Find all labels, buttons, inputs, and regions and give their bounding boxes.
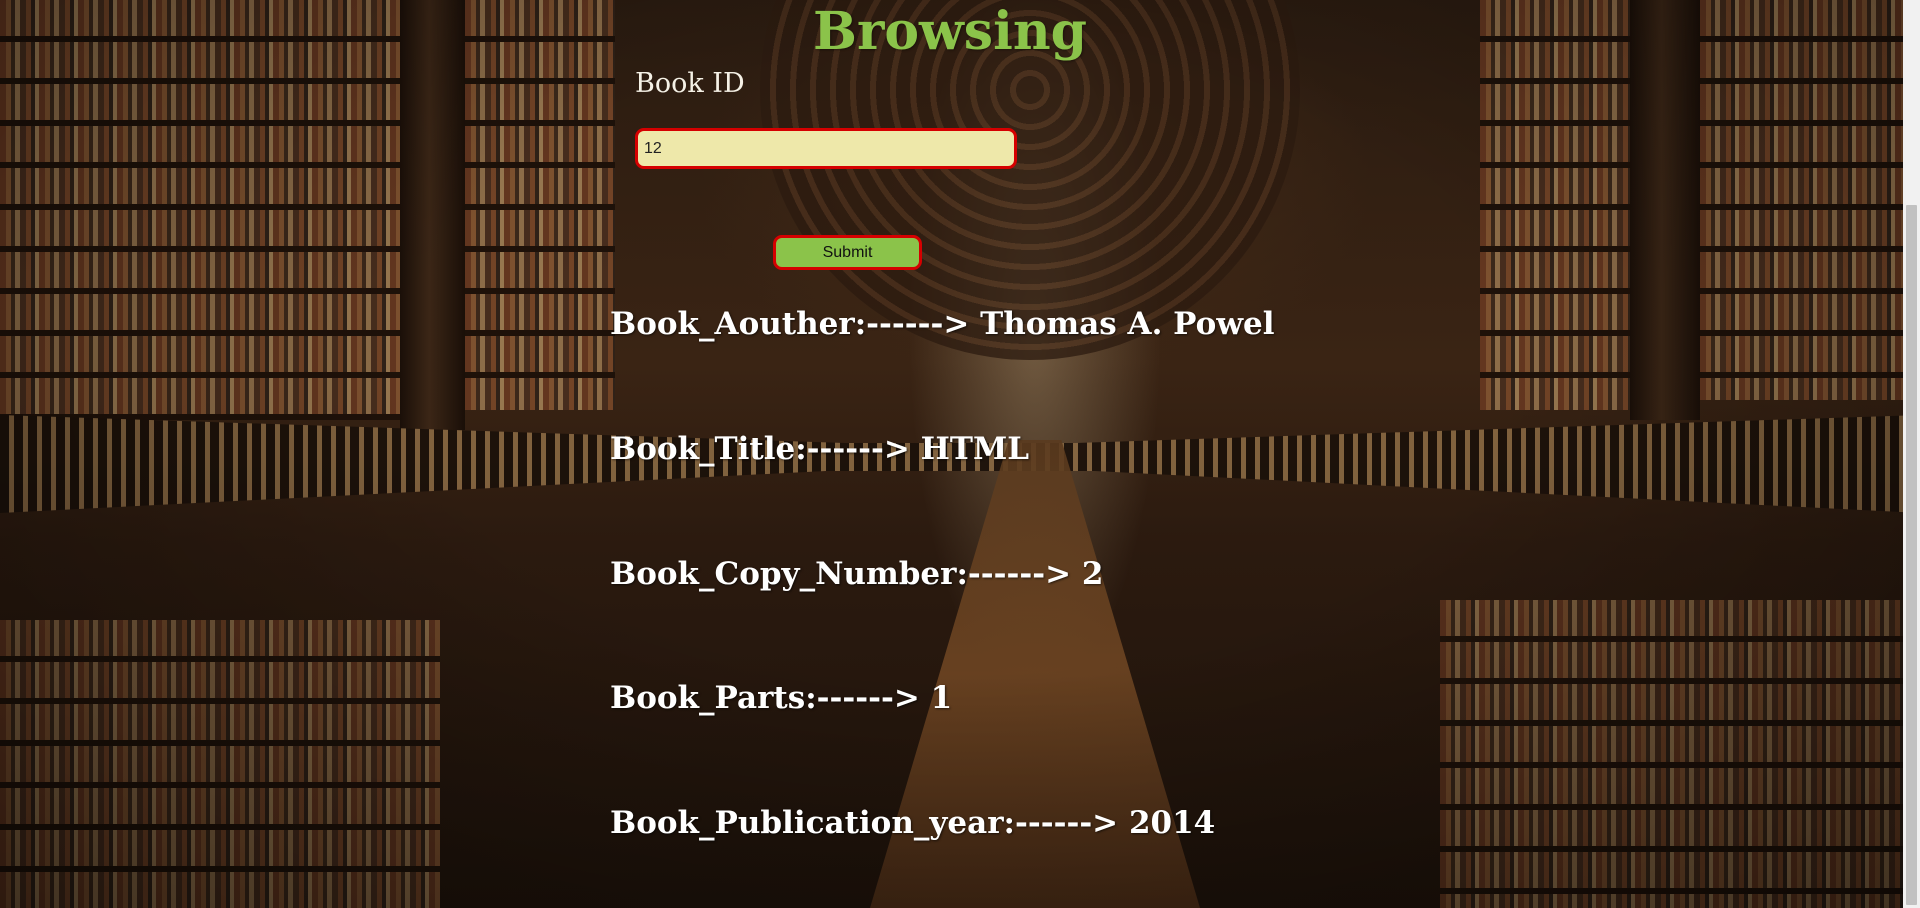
browsing-page: Browsing Book ID Submit Book_Aouther:---…: [0, 0, 1920, 908]
scrollbar-thumb[interactable]: [1906, 205, 1917, 905]
vertical-scrollbar[interactable]: [1903, 0, 1920, 908]
result-book-author: Book_Aouther:------> Thomas A. Powel: [610, 306, 1275, 342]
result-book-copy-number: Book_Copy_Number:------> 2: [610, 556, 1104, 592]
page-title: Browsing: [813, 1, 1087, 62]
submit-button[interactable]: Submit: [773, 235, 922, 270]
result-book-publication-year: Book_Publication_year:------> 2014: [610, 805, 1216, 841]
result-book-parts: Book_Parts:------> 1: [610, 680, 953, 716]
book-id-input[interactable]: [635, 128, 1017, 169]
result-book-title: Book_Title:------> HTML: [610, 431, 1030, 467]
book-id-label: Book ID: [635, 68, 745, 99]
